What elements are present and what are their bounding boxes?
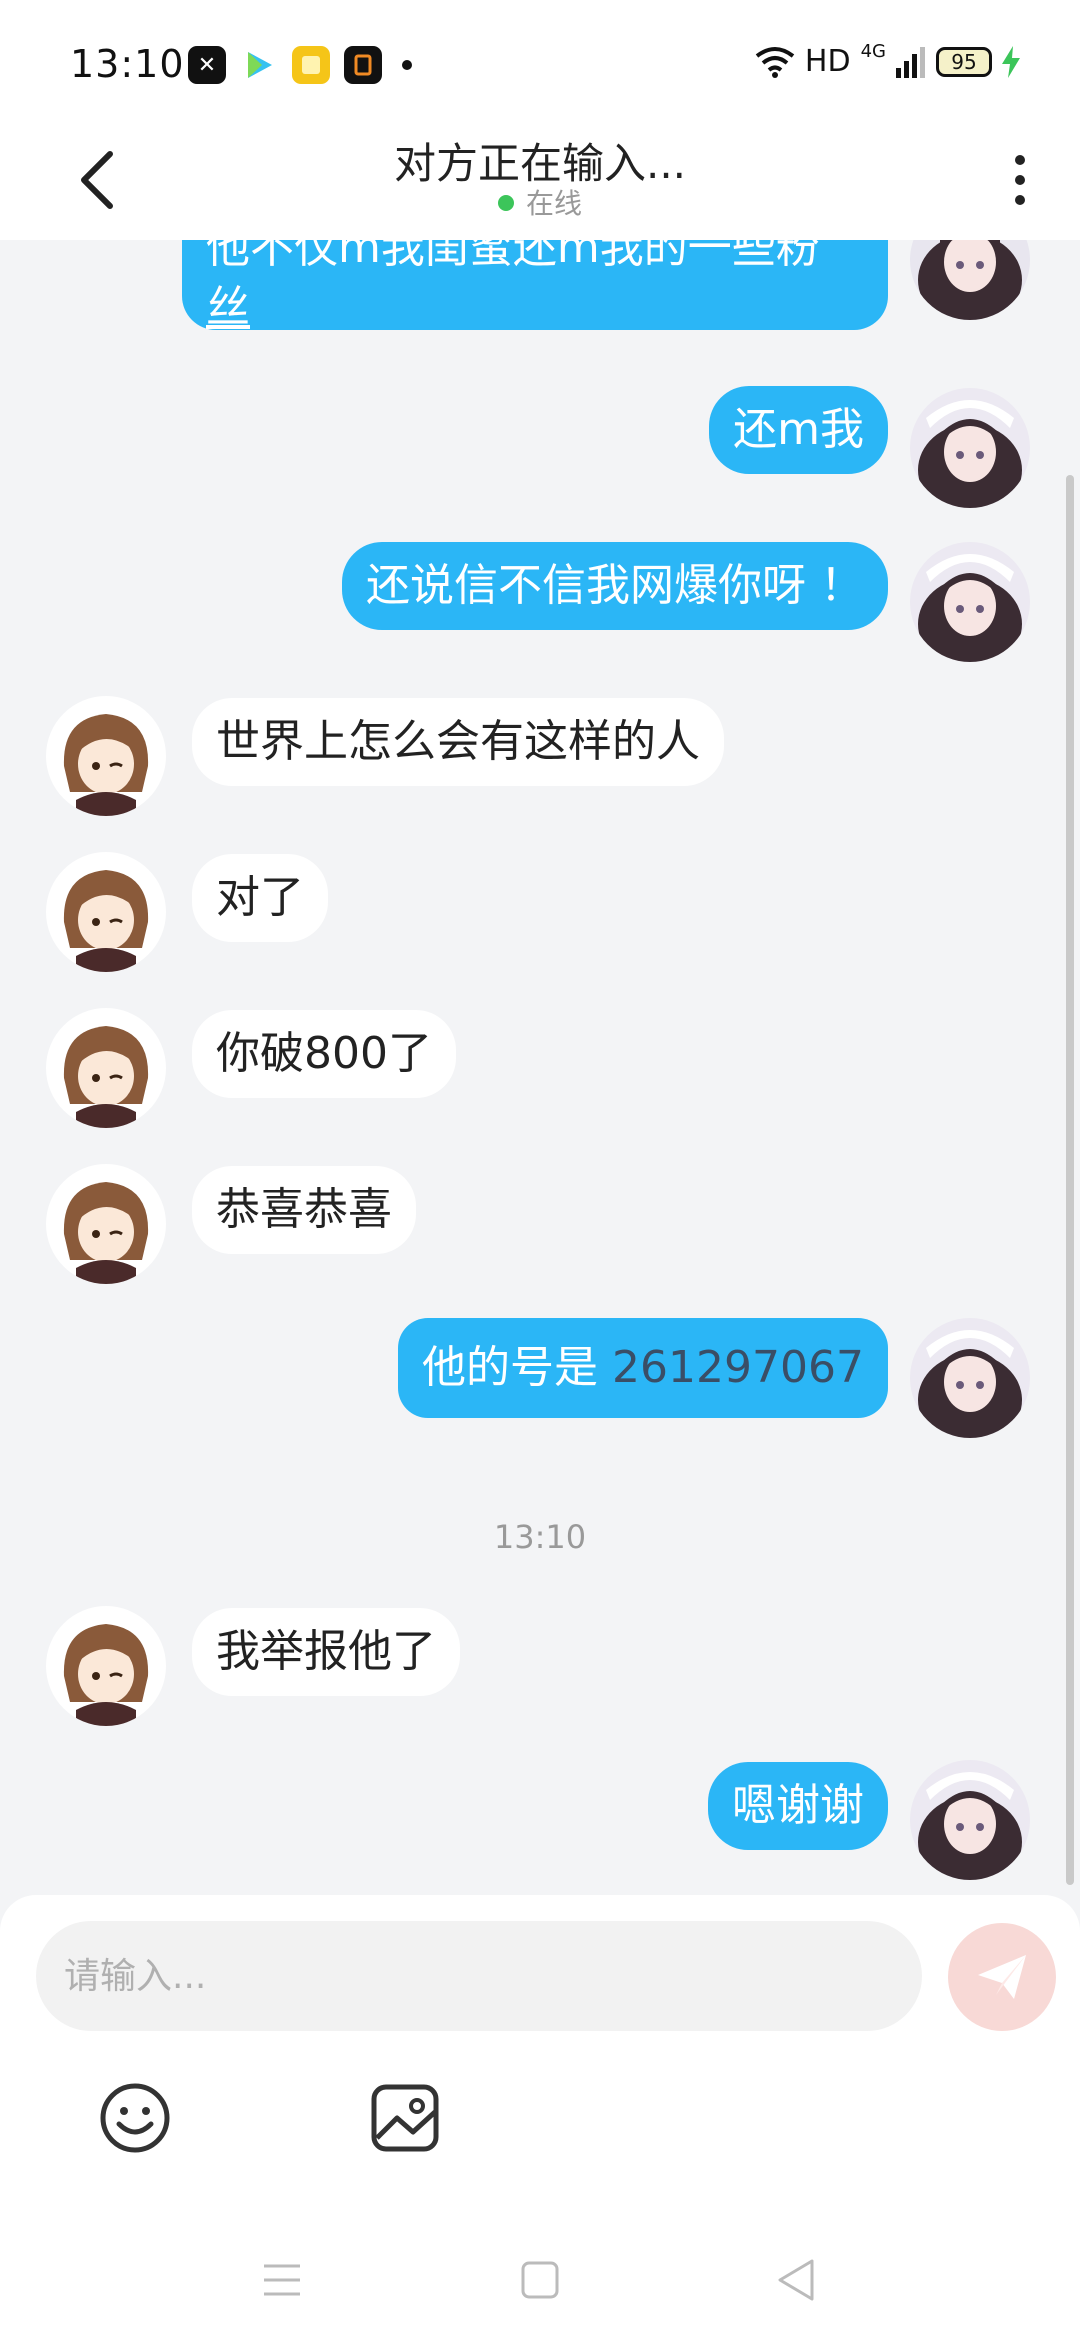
avatar-self[interactable] (910, 388, 1030, 508)
system-nav-bar (0, 2230, 1080, 2340)
avatar-self[interactable] (910, 1318, 1030, 1438)
message-bubble-outgoing[interactable]: 他不仅m我闺蜜还m我的一些粉 丝 (182, 240, 888, 333)
status-time: 13:10 (70, 42, 185, 86)
chat-header: 对方正在输入... 在线 (0, 130, 1080, 240)
avatar-self[interactable] (910, 240, 1030, 320)
signal-type: 4G (860, 41, 886, 62)
presence-label: 在线 (525, 187, 582, 220)
square-icon (521, 2261, 559, 2299)
image-icon (371, 2084, 439, 2152)
status-bar: 13:10 ✕ HD 4G 95 (0, 0, 1080, 130)
message-text: 他的号是 (422, 1342, 613, 1393)
message-bubble-incoming[interactable]: 世界上怎么会有这样的人 (192, 698, 724, 786)
more-dot (1015, 155, 1025, 165)
orange-app-icon (344, 46, 382, 84)
message-bubble-incoming[interactable]: 恭喜恭喜 (192, 1166, 416, 1254)
avatar-contact[interactable] (46, 852, 166, 972)
battery-icon: 95 (936, 46, 992, 77)
avatar-contact[interactable] (46, 1008, 166, 1128)
triangle-back-icon (778, 2259, 814, 2301)
message-bubble-outgoing[interactable]: 他的号是 261297067 (398, 1318, 888, 1418)
message-list[interactable]: 他不仅m我闺蜜还m我的一些粉 丝 还m我 还说信不信我网爆你呀 ！ 世界上怎么会… (0, 240, 1080, 1900)
account-number-link[interactable]: 261297067 (612, 1342, 864, 1393)
online-dot-icon (497, 195, 514, 211)
message-timestamp: 13:10 (493, 1518, 587, 1556)
send-button[interactable] (948, 1923, 1056, 2031)
message-bubble-incoming[interactable]: 你破800了 (192, 1010, 456, 1098)
message-text: 我举报他了 (216, 1626, 436, 1677)
avatar-contact[interactable] (46, 696, 166, 816)
presence-status: 在线 (0, 182, 1080, 222)
more-notifications-dot (402, 60, 412, 70)
status-right: HD 4G 95 (755, 41, 1020, 79)
message-bubble-outgoing[interactable]: 还m我 (709, 386, 888, 474)
message-text: 恭喜恭喜 (216, 1184, 392, 1235)
video-app-icon (240, 46, 278, 84)
emoji-button[interactable] (90, 2073, 180, 2163)
message-text: 世界上怎么会有这样的人 (216, 716, 700, 767)
message-text: 他不仅m我闺蜜还m我的一些粉 (206, 240, 820, 273)
avatar-contact[interactable] (46, 1606, 166, 1726)
home-nav-button[interactable] (510, 2250, 570, 2310)
scrollbar[interactable] (1066, 475, 1074, 1885)
avatar-contact[interactable] (46, 1164, 166, 1284)
message-text: 还m我 (733, 404, 864, 455)
network-label: HD (804, 44, 851, 79)
more-options-button[interactable] (1000, 140, 1040, 220)
message-bubble-incoming[interactable]: 对了 (192, 854, 328, 942)
message-text: 还说信不信我网爆你呀 ！ (366, 560, 864, 611)
more-dot (1015, 195, 1025, 205)
avatar-self[interactable] (910, 1760, 1030, 1880)
send-icon (978, 1955, 1026, 1999)
message-bubble-outgoing[interactable]: 嗯谢谢 (708, 1762, 888, 1850)
wifi-icon (755, 46, 795, 78)
charging-icon (1002, 45, 1020, 78)
notification-icons: ✕ (188, 46, 412, 84)
battery-level: 95 (951, 49, 977, 74)
avatar-self[interactable] (910, 542, 1030, 662)
image-button[interactable] (360, 2073, 450, 2163)
message-bubble-outgoing[interactable]: 还说信不信我网爆你呀 ！ (342, 542, 888, 630)
menu-icon (264, 2264, 300, 2296)
message-text: 丝 (206, 282, 250, 333)
back-nav-button[interactable] (766, 2250, 826, 2310)
notes-app-icon (292, 46, 330, 84)
signal-icon (896, 46, 925, 78)
capcut-app-icon: ✕ (188, 46, 226, 84)
message-text: 嗯谢谢 (732, 1780, 864, 1831)
message-text: 对了 (216, 872, 304, 923)
more-dot (1015, 175, 1025, 185)
smiley-icon (100, 2083, 170, 2153)
menu-nav-button[interactable] (252, 2250, 312, 2310)
message-bubble-incoming[interactable]: 我举报他了 (192, 1608, 460, 1696)
message-input[interactable] (36, 1921, 922, 2031)
message-text: 你破800了 (216, 1028, 432, 1079)
